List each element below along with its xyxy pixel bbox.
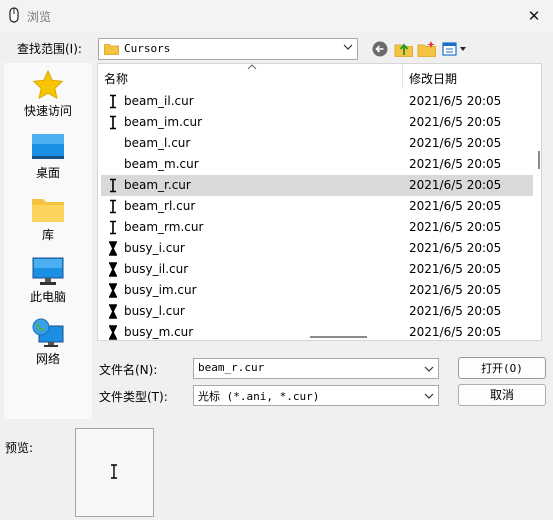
file-date: 2021/6/5 20:05 [409, 157, 502, 171]
cancel-button[interactable]: 取消 [458, 384, 546, 406]
open-button[interactable]: 打开(O) [458, 357, 546, 379]
file-name: beam_r.cur [124, 178, 191, 192]
file-row[interactable]: busy_l.cur 2021/6/5 20:05 [101, 301, 533, 322]
beam-cursor-icon [108, 199, 118, 214]
file-name: busy_l.cur [124, 304, 185, 318]
computer-icon [32, 257, 64, 285]
chevron-down-icon [424, 393, 434, 399]
place-label: 快速访问 [23, 104, 72, 118]
file-date: 2021/6/5 20:05 [409, 136, 502, 150]
filename-label: 文件名(N): [99, 363, 158, 377]
file-row[interactable]: beam_rm.cur 2021/6/5 20:05 [101, 217, 533, 238]
file-row[interactable]: beam_l.cur 2021/6/5 20:05 [101, 133, 533, 154]
lookin-dropdown[interactable]: Cursors [98, 38, 358, 60]
place-label: 库 [41, 228, 54, 242]
place-quick-access[interactable]: 快速访问 [4, 63, 92, 125]
place-library[interactable]: 库 [4, 187, 92, 249]
place-label: 桌面 [35, 166, 60, 180]
network-icon [32, 318, 64, 347]
folder-icon [104, 44, 119, 55]
file-row[interactable]: beam_m.cur 2021/6/5 20:05 [101, 154, 533, 175]
column-header-name[interactable]: 名称 [104, 70, 128, 87]
file-name: beam_im.cur [124, 115, 203, 129]
preview-label: 预览: [5, 441, 34, 455]
chevron-down-icon[interactable] [424, 364, 434, 374]
lookin-label: 查找范围(I): [17, 42, 82, 56]
hourglass-icon [108, 241, 118, 256]
file-date: 2021/6/5 20:05 [409, 325, 502, 339]
file-date: 2021/6/5 20:05 [409, 94, 502, 108]
hourglass-icon [108, 304, 118, 319]
new-folder-icon[interactable] [417, 40, 437, 58]
sort-ascending-icon [247, 64, 257, 70]
file-name: beam_rm.cur [124, 220, 204, 234]
filetype-value: 光标 (*.ani, *.cur) [198, 390, 320, 403]
title-bar [0, 0, 553, 32]
file-list[interactable]: 名称 修改日期 beam_il.cur 2021/6/5 20:05 beam_im… [97, 63, 542, 341]
hourglass-icon [108, 325, 118, 340]
file-date: 2021/6/5 20:05 [409, 199, 502, 213]
place-label: 此电脑 [29, 290, 66, 304]
file-date: 2021/6/5 20:05 [409, 304, 502, 318]
file-name: busy_m.cur [124, 325, 194, 339]
file-date: 2021/6/5 20:05 [409, 262, 502, 276]
file-row[interactable]: beam_r.cur 2021/6/5 20:05 [101, 175, 533, 196]
app-icon [9, 7, 19, 23]
filename-value: beam_r.cur [198, 361, 265, 374]
column-header-date[interactable]: 修改日期 [409, 70, 457, 87]
file-row[interactable]: busy_im.cur 2021/6/5 20:05 [101, 280, 533, 301]
file-row[interactable]: beam_rl.cur 2021/6/5 20:05 [101, 196, 533, 217]
place-network[interactable]: 网络 [4, 311, 92, 373]
star-icon [32, 69, 64, 100]
file-row[interactable]: busy_m.cur 2021/6/5 20:05 [101, 322, 533, 340]
file-name: beam_il.cur [124, 94, 194, 108]
desktop-icon [32, 134, 64, 159]
horizontal-scrollbar[interactable] [310, 336, 367, 338]
file-row[interactable]: busy_il.cur 2021/6/5 20:05 [101, 259, 533, 280]
file-row[interactable]: beam_il.cur 2021/6/5 20:05 [101, 91, 533, 112]
window-title: 浏览 [27, 10, 52, 24]
blank-icon [108, 157, 118, 172]
back-arrow-icon[interactable] [371, 40, 391, 58]
hourglass-icon [108, 283, 118, 298]
vertical-scrollbar[interactable] [538, 151, 540, 169]
file-name: beam_l.cur [124, 136, 191, 150]
filetype-dropdown[interactable]: 光标 (*.ani, *.cur) [193, 385, 439, 406]
file-date: 2021/6/5 20:05 [409, 220, 502, 234]
preview-pane [75, 428, 154, 517]
file-date: 2021/6/5 20:05 [409, 241, 502, 255]
file-name: beam_rl.cur [124, 199, 196, 213]
file-name: busy_im.cur [124, 283, 197, 297]
beam-cursor-icon [108, 115, 118, 130]
column-divider[interactable] [402, 64, 403, 89]
file-row[interactable]: busy_i.cur 2021/6/5 20:05 [101, 238, 533, 259]
beam-cursor-icon [108, 220, 118, 235]
filename-input[interactable]: beam_r.cur [193, 358, 439, 379]
place-label: 网络 [35, 352, 60, 366]
places-bar: 快速访问 桌面 库 此电脑 网络 [4, 63, 92, 419]
chevron-down-icon [343, 44, 353, 50]
file-row[interactable]: beam_im.cur 2021/6/5 20:05 [101, 112, 533, 133]
library-folder-icon [32, 199, 64, 222]
beam-cursor-icon [108, 94, 118, 109]
filetype-label: 文件类型(T): [99, 390, 168, 404]
blank-icon [108, 136, 118, 151]
file-date: 2021/6/5 20:05 [409, 115, 502, 129]
beam-cursor-icon [108, 178, 118, 193]
open-button-label: 打开(O) [481, 362, 523, 375]
file-date: 2021/6/5 20:05 [409, 283, 502, 297]
view-menu-icon[interactable] [441, 40, 469, 58]
up-folder-icon[interactable] [394, 40, 414, 58]
lookin-value: Cursors [124, 42, 171, 55]
beam-cursor-icon [111, 464, 117, 479]
file-date: 2021/6/5 20:05 [409, 178, 502, 192]
hourglass-icon [108, 262, 118, 277]
close-button[interactable]: ✕ [518, 2, 550, 30]
place-this-pc[interactable]: 此电脑 [4, 249, 92, 311]
place-desktop[interactable]: 桌面 [4, 125, 92, 187]
file-name: beam_m.cur [124, 157, 199, 171]
file-name: busy_i.cur [124, 241, 185, 255]
file-name: busy_il.cur [124, 262, 189, 276]
